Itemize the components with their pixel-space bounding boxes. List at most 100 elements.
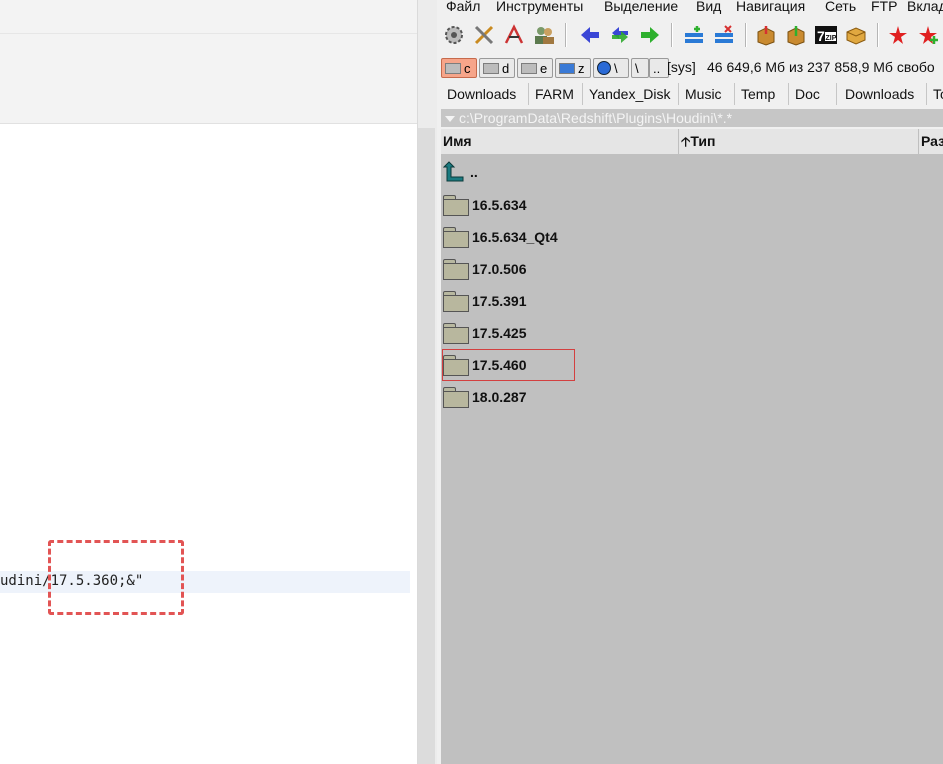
sort-ascending-icon: 🡡	[681, 134, 691, 149]
folder-row[interactable]: 16.5.634	[443, 191, 527, 219]
drive-network-button[interactable]: \	[593, 58, 629, 78]
path-bar[interactable]: c:\ProgramData\Redshift\Plugins\Houdini\…	[441, 109, 943, 127]
7zip-icon[interactable]: 7 ZIP	[813, 21, 839, 49]
menu-view[interactable]: Вид	[696, 0, 721, 14]
folder-tabs: Downloads FARM Yandex_Disk Music Temp Do…	[441, 83, 943, 105]
folder-name: 16.5.634_Qt4	[472, 229, 558, 245]
current-path: c:\ProgramData\Redshift\Plugins\Houdini\…	[459, 110, 733, 126]
settings-icon[interactable]	[441, 21, 467, 49]
star-add-icon[interactable]	[915, 21, 941, 49]
drive-e-button[interactable]: e	[517, 58, 553, 78]
folder-icon	[443, 259, 469, 280]
drive-label: z	[578, 60, 585, 76]
editor-pane: udini/17.5.360;&"	[0, 0, 438, 764]
archive-box-icon[interactable]	[843, 21, 869, 49]
toolbar-separator	[565, 23, 567, 47]
tools-icon[interactable]	[471, 21, 497, 49]
menu-ftp[interactable]: FTP	[871, 0, 897, 14]
globe-icon	[597, 61, 611, 75]
menu-navigation[interactable]: Навигация	[736, 0, 805, 14]
folder-row[interactable]: 17.5.391	[443, 287, 527, 315]
folder-icon	[443, 195, 469, 216]
tab-farm[interactable]: FARM	[529, 83, 583, 105]
drive-root-button[interactable]: \	[631, 58, 649, 78]
svg-text:7: 7	[817, 28, 825, 44]
tab-to[interactable]: To	[927, 83, 943, 105]
parent-directory-row[interactable]: ..	[443, 158, 478, 186]
folder-name: 17.5.425	[472, 325, 527, 341]
drive-label: c	[464, 60, 471, 76]
menu-bar: Файл Инструменты Выделение Вид Навигация…	[437, 0, 943, 18]
drive-c-button[interactable]: c	[441, 58, 477, 78]
folder-name: 17.0.506	[472, 261, 527, 277]
editor-scrollbar-thumb[interactable]	[418, 128, 435, 764]
toolbar-separator	[877, 23, 879, 47]
folder-name: 17.5.391	[472, 293, 527, 309]
svg-text:ZIP: ZIP	[826, 35, 837, 42]
users-icon[interactable]	[531, 21, 557, 49]
new-tab-close-icon[interactable]	[711, 21, 737, 49]
folder-name: 18.0.287	[472, 389, 527, 405]
folder-row[interactable]: 17.0.506	[443, 255, 527, 283]
menu-selection[interactable]: Выделение	[604, 0, 678, 14]
tab-temp[interactable]: Temp	[735, 83, 789, 105]
column-headers: Имя 🡡Тип Раз	[441, 129, 943, 154]
column-type-label: Тип	[690, 133, 716, 149]
column-name[interactable]: Имя	[441, 129, 679, 154]
drive-label: d	[502, 60, 510, 76]
menu-network[interactable]: Сеть	[825, 0, 856, 14]
new-tab-icon[interactable]	[681, 21, 707, 49]
tab-doc[interactable]: Doc	[789, 83, 837, 105]
folder-icon	[443, 291, 469, 312]
column-type[interactable]: 🡡Тип	[679, 129, 919, 154]
tab-yandex-disk[interactable]: Yandex_Disk	[583, 83, 679, 105]
annotation-dashed-box	[48, 540, 184, 615]
menu-file[interactable]: Файл	[446, 0, 480, 14]
arrow-right-icon[interactable]	[637, 21, 663, 49]
sync-icon[interactable]	[607, 21, 633, 49]
drive-d-button[interactable]: d	[479, 58, 515, 78]
menu-tabs[interactable]: Вклад	[907, 0, 943, 14]
folder-icon	[443, 387, 469, 408]
editor-toolbar	[0, 0, 417, 124]
column-size[interactable]: Раз	[919, 129, 943, 154]
file-manager: Файл Инструменты Выделение Вид Навигация…	[437, 0, 943, 764]
drive-label: e	[540, 60, 548, 76]
unpack-icon[interactable]	[783, 21, 809, 49]
toolbar-separator	[745, 23, 747, 47]
drive-label: \	[614, 60, 618, 76]
drive-z-button[interactable]: z	[555, 58, 591, 78]
tab-music[interactable]: Music	[679, 83, 735, 105]
editor-divider	[0, 33, 417, 34]
file-list: .. 16.5.634 16.5.634_Qt4 17.0.506 17.5.3…	[441, 154, 943, 764]
annotation-highlight-box	[442, 349, 575, 381]
drive-icon	[521, 62, 537, 74]
arrow-left-icon[interactable]	[577, 21, 603, 49]
drive-label: \	[635, 60, 639, 76]
folder-icon	[443, 227, 469, 248]
drive-label: ..	[653, 60, 661, 76]
drive-up-button[interactable]: ..	[649, 58, 669, 78]
folder-row[interactable]: 18.0.287	[443, 383, 527, 411]
drive-icon	[445, 62, 461, 74]
network-drive-icon	[559, 62, 575, 74]
tab-downloads-2[interactable]: Downloads	[839, 83, 927, 105]
font-icon[interactable]	[501, 21, 527, 49]
folder-row[interactable]: 16.5.634_Qt4	[443, 223, 558, 251]
chevron-down-icon[interactable]	[445, 116, 455, 123]
folder-row[interactable]: 17.5.425	[443, 319, 527, 347]
drive-icon	[483, 62, 499, 74]
disk-free-space: 46 649,6 Мб из 237 858,9 Мб свобо	[707, 59, 935, 75]
menu-tools[interactable]: Инструменты	[496, 0, 583, 14]
drive-bar: c d e z \ \ .. [sys] 46 649,6 Мб из 237 …	[441, 58, 943, 78]
folder-icon	[443, 323, 469, 344]
folder-up-icon	[443, 160, 467, 184]
pack-icon[interactable]	[753, 21, 779, 49]
tab-downloads[interactable]: Downloads	[441, 83, 529, 105]
main-toolbar: 7 ZIP	[441, 21, 943, 51]
folder-name: 16.5.634	[472, 197, 527, 213]
disk-label: [sys]	[667, 59, 696, 75]
parent-directory-label: ..	[470, 164, 478, 180]
star-red-icon[interactable]	[885, 21, 911, 49]
toolbar-separator	[671, 23, 673, 47]
